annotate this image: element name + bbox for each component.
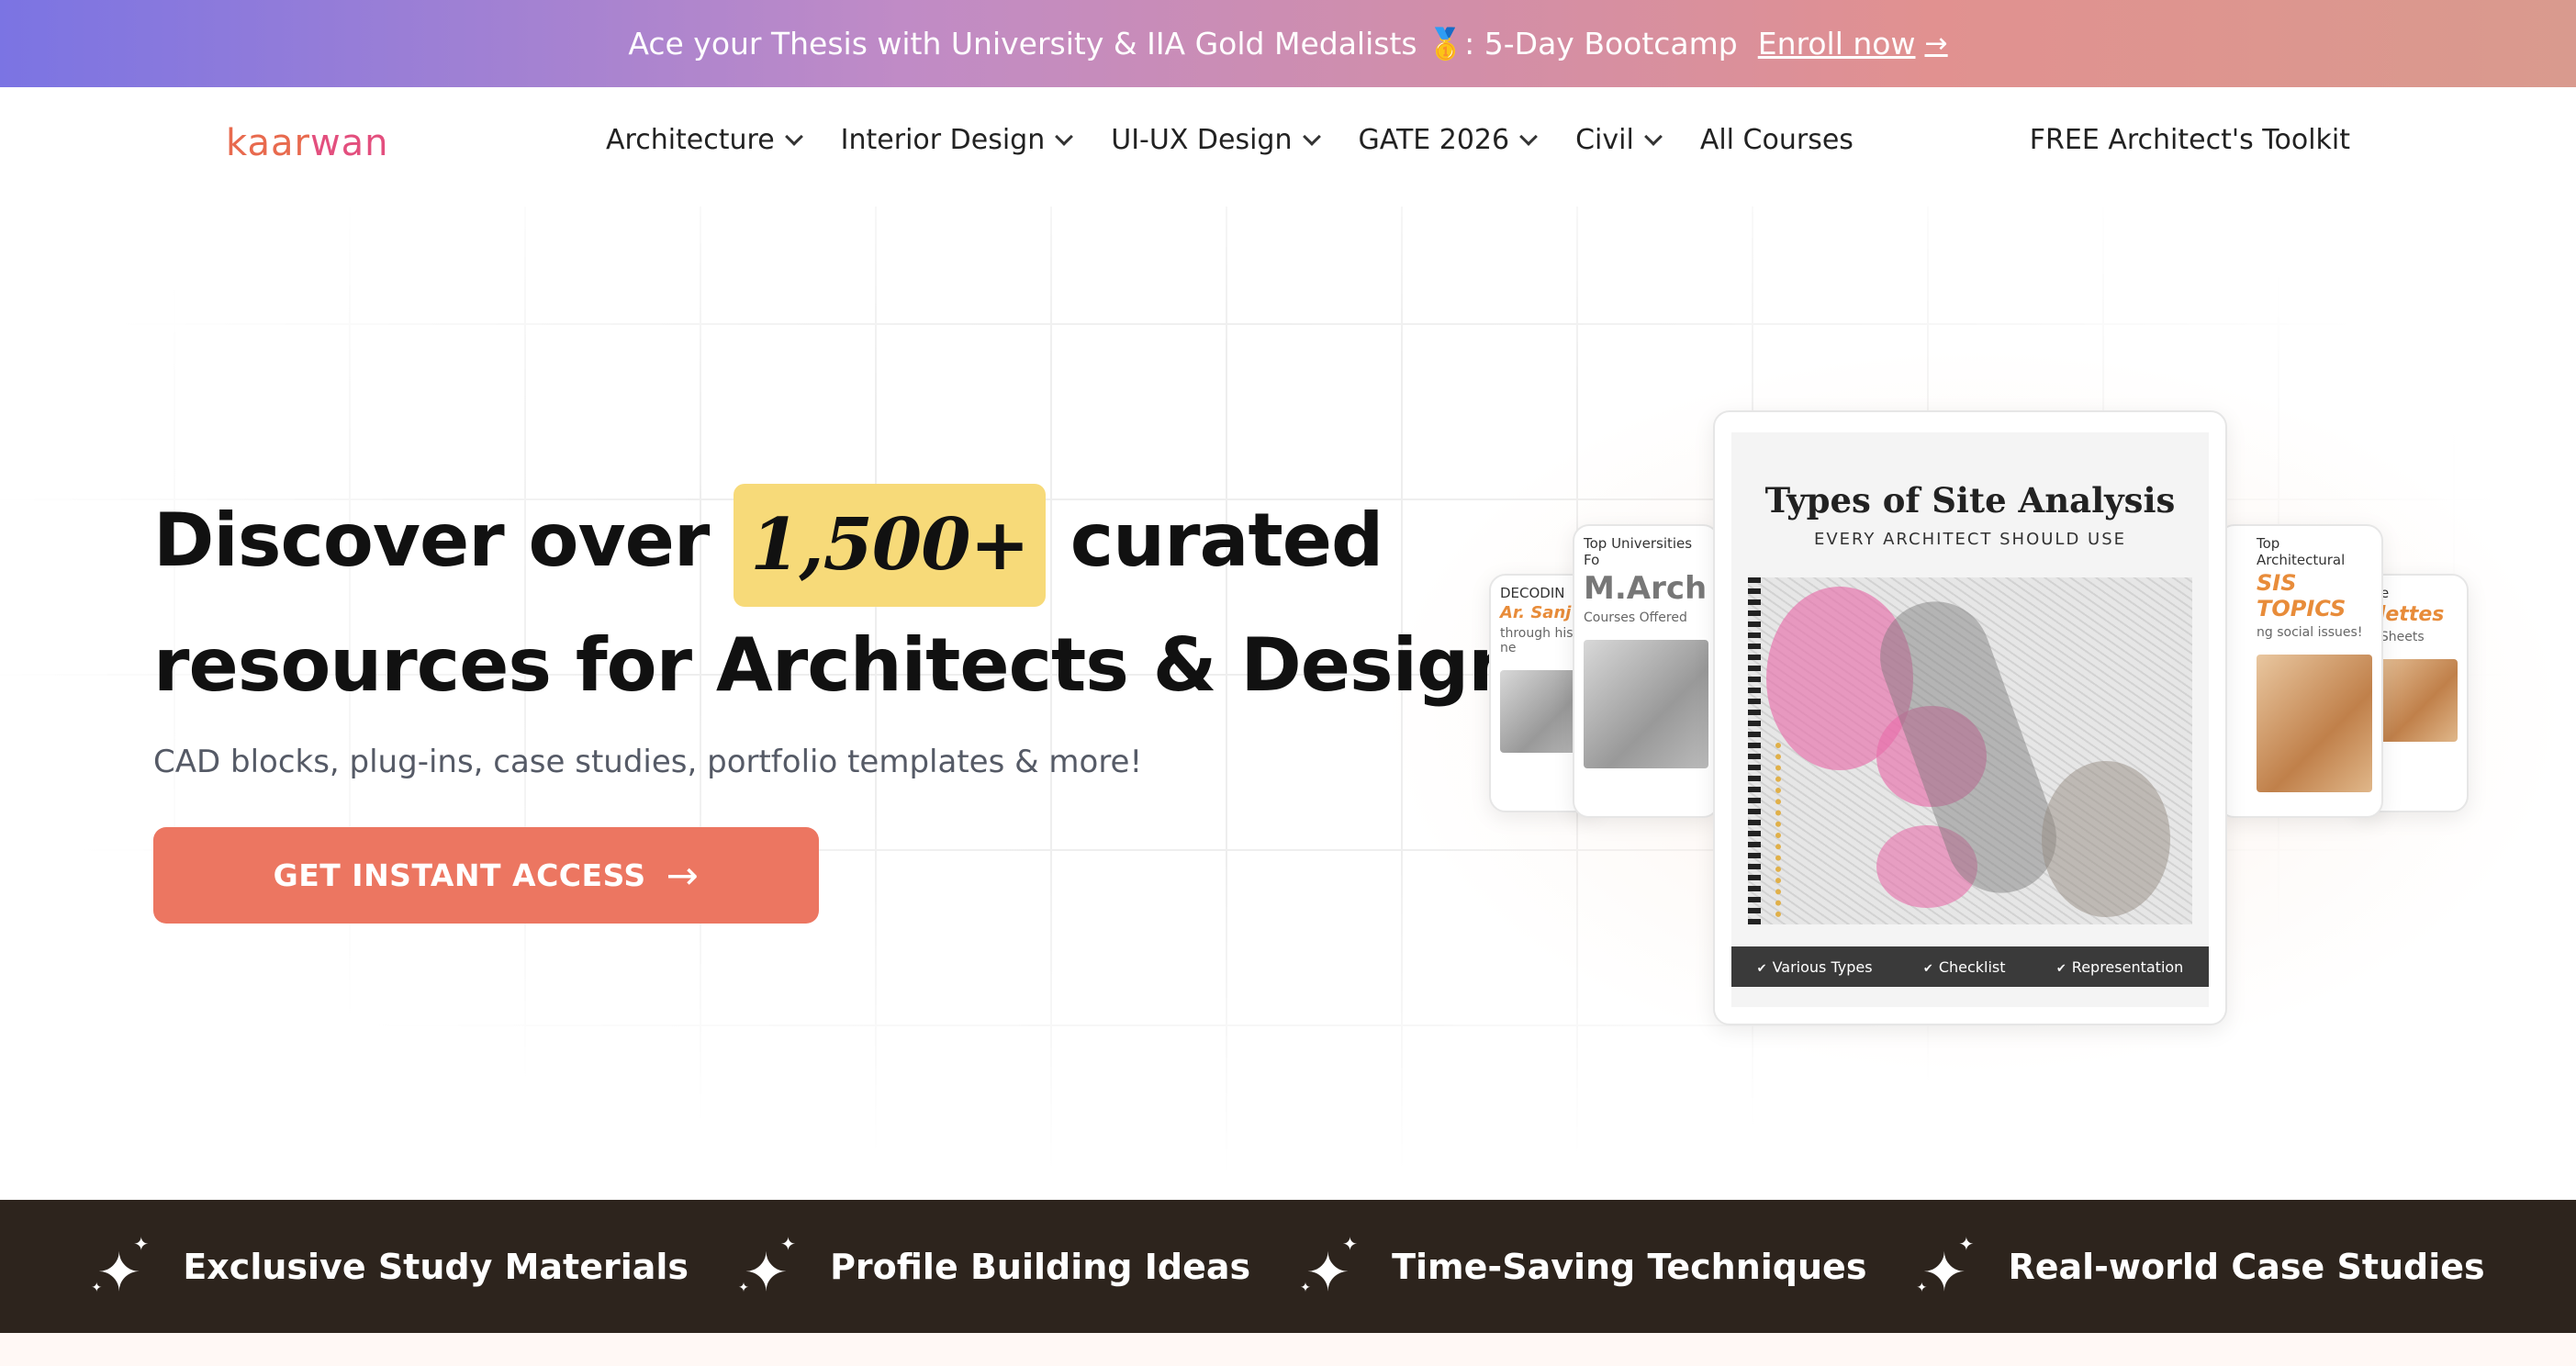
get-instant-access-button[interactable]: GET INSTANT ACCESS → [153,827,819,924]
nav-item-label: UI-UX Design [1111,124,1293,156]
card-preview: Types of Site Analysis EVERY ARCHITECT S… [1731,432,2209,1007]
resource-card-march: Top Universities Fo M.Arch Courses Offer… [1573,524,1719,818]
sparkle-icon: ✦ ✦ ✦ [738,1232,796,1304]
enroll-now-label: Enroll now [1757,26,1916,62]
nav-item-gate-2026[interactable]: GATE 2026 [1358,124,1539,156]
nav-item-label: All Courses [1699,124,1854,156]
feature-label: Profile Building Ideas [830,1246,1251,1287]
card-text: ng social issues! [2257,625,2363,640]
enroll-now-link[interactable]: Enroll now → [1758,26,1948,62]
card-title: Top Universities Fo [1584,535,1693,568]
arrow-right-icon: → [666,853,700,898]
map-path [1775,743,1812,917]
feature-label: Time-Saving Techniques [1392,1246,1867,1287]
resource-card-site-analysis: Types of Site Analysis EVERY ARCHITECT S… [1713,410,2227,1025]
feature-item: ✦ ✦ ✦ Profile Building Ideas [738,1232,1251,1304]
hero-section: Discover over 1,500+ curated resources f… [0,207,2576,1200]
headline-part2: curated [1070,498,1384,583]
feature-label: Exclusive Study Materials [183,1246,689,1287]
card-big-text: M.Arch [1584,570,1708,607]
headline-part1: Discover over [153,498,710,583]
announcement-bar: Ace your Thesis with University & IIA Go… [0,0,2576,87]
feature-item: ✦ ✦ ✦ Real-world Case Studies [1916,1232,2485,1304]
hero-subheadline: CAD blocks, plug-ins, case studies, port… [153,744,1143,780]
announcement-text: Ace your Thesis with University & IIA Go… [628,25,1738,62]
nav-item-label: GATE 2026 [1358,124,1510,156]
card-thumbnail [2257,655,2372,792]
arrow-right-icon: → [1924,28,1948,60]
nav-item-label: Interior Design [840,124,1046,156]
resource-count-badge: 1,500+ [734,484,1046,608]
card-big-text: SIS TOPICS [2257,570,2346,621]
sparkle-icon: ✦ ✦ ✦ [1916,1232,1975,1304]
footer-item: Representation [2056,958,2184,976]
top-nav: kaarwan Architecture Interior Design UI-… [0,87,2576,207]
nav-item-interior-design[interactable]: Interior Design [840,124,1074,156]
chevron-down-icon [784,127,803,146]
nav-item-all-courses[interactable]: All Courses [1700,124,1854,156]
nav-links: Architecture Interior Design UI-UX Desig… [606,124,1854,156]
next-section-edge [0,1333,2576,1366]
chevron-down-icon [1055,127,1074,146]
card-thumbnail [1584,640,1708,768]
feature-item: ✦ ✦ ✦ Exclusive Study Materials [91,1232,689,1304]
sparkle-icon: ✦ ✦ ✦ [1300,1232,1358,1304]
site-analysis-map-illustration [1748,577,2192,924]
card-footer: Various Types Checklist Representation [1731,946,2209,987]
card-title: Top Architectural [2257,535,2346,568]
card-subtitle: EVERY ARCHITECT SHOULD USE [1813,530,2126,549]
nav-item-ui-ux-design[interactable]: UI-UX Design [1111,124,1321,156]
nav-item-label: Architecture [606,124,775,156]
card-title: Types of Site Analysis [1764,480,2176,521]
map-zone [2042,761,2170,917]
chevron-down-icon [1519,127,1539,146]
cta-label: GET INSTANT ACCESS [273,857,646,893]
nav-item-architecture[interactable]: Architecture [606,124,803,156]
resource-card-thesis-topics: Top Architectural SIS TOPICS ng social i… [2218,524,2383,818]
free-toolkit-link[interactable]: FREE Architect's Toolkit [2030,124,2350,156]
chevron-down-icon [1643,127,1663,146]
feature-label: Real-world Case Studies [2008,1246,2485,1287]
card-text: Courses Offered [1584,610,1687,625]
chevron-down-icon [1302,127,1321,146]
nav-item-label: Civil [1575,124,1634,156]
nav-item-civil[interactable]: Civil [1575,124,1663,156]
features-strip: ✦ ✦ ✦ Exclusive Study Materials ✦ ✦ ✦ Profil… [0,1200,2576,1333]
headline-line2: resources for Architects & Designers [153,622,1648,709]
footer-item: Checklist [1923,958,2006,976]
hero-headline: Discover over 1,500+ curated resources f… [153,482,1648,723]
footer-item: Various Types [1757,958,1873,976]
sparkle-icon: ✦ ✦ ✦ [91,1232,150,1304]
logo-text-part2: wan [309,122,389,164]
feature-item: ✦ ✦ ✦ Time-Saving Techniques [1300,1232,1867,1304]
logo-text-part1: kaar [226,122,310,164]
kaarwan-logo[interactable]: kaarwan [226,122,389,164]
map-boundary [1748,577,1761,924]
